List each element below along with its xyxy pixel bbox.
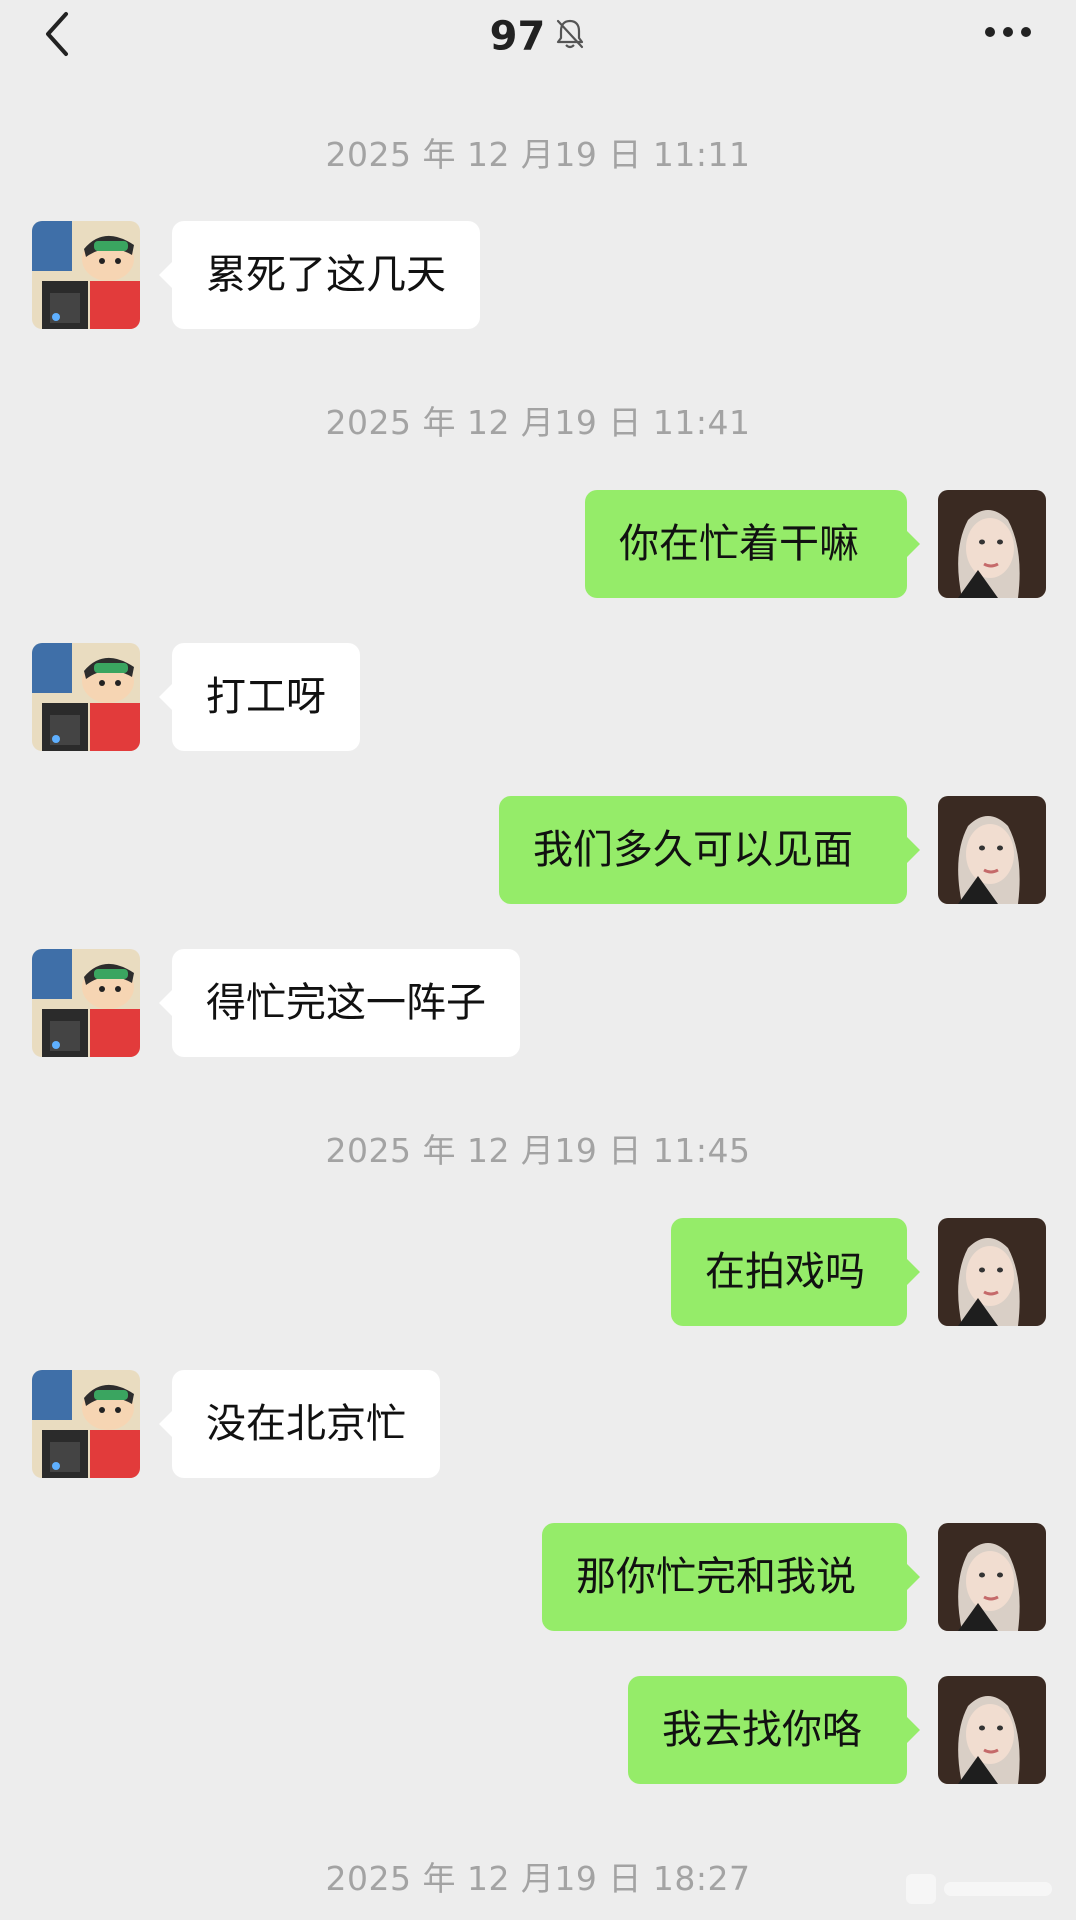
message-bubble-outgoing[interactable]: 你在忙着干嘛 [585, 490, 920, 598]
contact-avatar[interactable] [32, 1370, 140, 1478]
watermark-logo [906, 1868, 1056, 1908]
timestamp: 2025 年 12 月19 日 11:41 [325, 403, 751, 442]
chat-title-area: 97 [0, 8, 1076, 64]
message-bubble-outgoing[interactable]: 我去找你咯 [628, 1676, 920, 1784]
chat-header: 97 [0, 0, 1076, 70]
message-bubble-outgoing[interactable]: 我们多久可以见面 [499, 796, 920, 904]
message-bubble-outgoing[interactable]: 那你忙完和我说 [542, 1523, 920, 1631]
contact-avatar[interactable] [32, 643, 140, 751]
timestamp: 2025 年 12 月19 日 11:45 [325, 1131, 751, 1170]
message-bubble-incoming[interactable]: 没在北京忙 [159, 1370, 440, 1478]
contact-avatar[interactable] [32, 949, 140, 1057]
contact-avatar[interactable] [32, 221, 140, 329]
chat-title: 97 [489, 13, 546, 60]
bell-off-icon [554, 17, 586, 51]
message-bubble-incoming[interactable]: 累死了这几天 [159, 221, 480, 329]
message-bubble-outgoing[interactable]: 在拍戏吗 [671, 1218, 920, 1326]
more-options-button[interactable] [980, 12, 1036, 52]
my-avatar[interactable] [938, 796, 1046, 904]
my-avatar[interactable] [938, 490, 1046, 598]
message-bubble-incoming[interactable]: 得忙完这一阵子 [159, 949, 520, 1057]
timestamp: 2025 年 12 月19 日 11:11 [325, 135, 751, 174]
my-avatar[interactable] [938, 1676, 1046, 1784]
my-avatar[interactable] [938, 1523, 1046, 1631]
more-horizontal-icon [985, 27, 1031, 37]
my-avatar[interactable] [938, 1218, 1046, 1326]
message-bubble-incoming[interactable]: 打工呀 [159, 643, 360, 751]
